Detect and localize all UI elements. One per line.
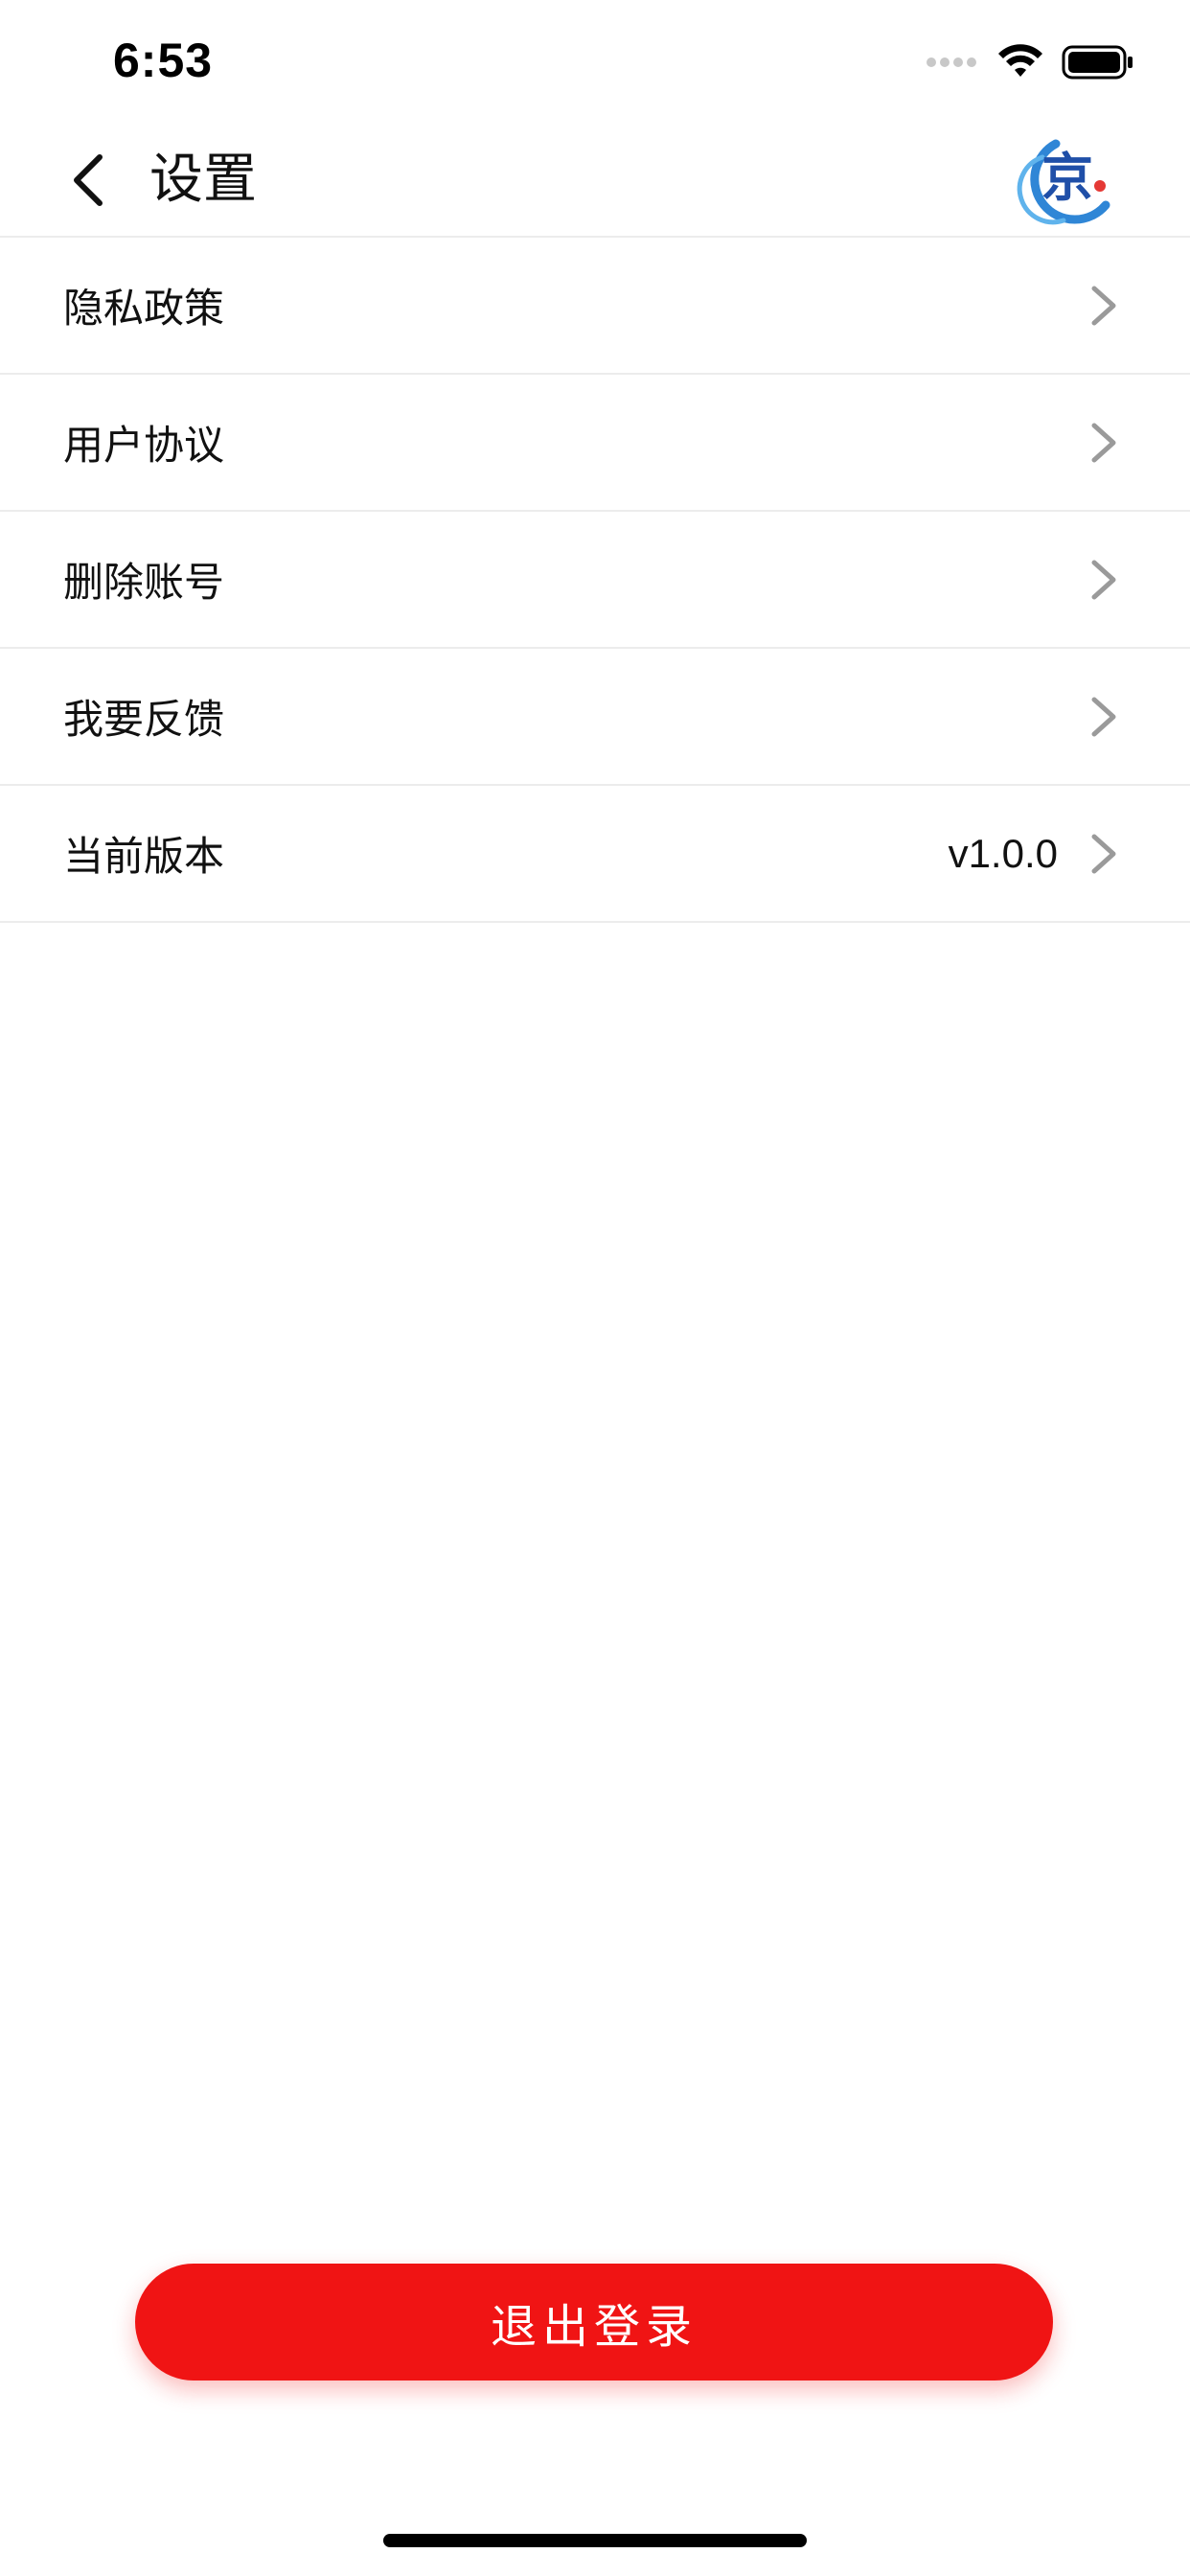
row-label: 当前版本	[63, 833, 225, 880]
logout-button[interactable]: 退出登录	[135, 2264, 1053, 2380]
battery-icon	[1062, 45, 1133, 80]
wifi-icon	[998, 44, 1042, 77]
settings-row-privacy-policy[interactable]: 隐私政策	[0, 238, 1190, 375]
chevron-right-icon	[1091, 286, 1116, 325]
chevron-right-icon	[1091, 697, 1116, 736]
row-label: 删除账号	[63, 559, 225, 606]
settings-row-current-version[interactable]: 当前版本 v1.0.0	[0, 786, 1190, 923]
row-label: 我要反馈	[63, 696, 225, 743]
chevron-right-icon	[1091, 560, 1116, 599]
chevron-right-icon	[1091, 423, 1116, 462]
app-logo: 京	[1017, 139, 1110, 225]
status-icons	[926, 44, 1134, 80]
settings-list: 隐私政策 用户协议 删除账号 我要反馈 当前版本 v1.0.0	[0, 238, 1190, 923]
page-title: 设置	[149, 149, 257, 211]
home-indicator	[383, 2534, 807, 2547]
settings-row-feedback[interactable]: 我要反馈	[0, 649, 1190, 786]
signal-dots-icon	[927, 58, 976, 67]
logout-label: 退出登录	[490, 2300, 698, 2354]
status-bar: 6:53	[0, 0, 1190, 126]
logo-character: 京	[1041, 147, 1093, 208]
chevron-right-icon	[1091, 834, 1116, 873]
row-label: 用户协议	[63, 422, 225, 469]
settings-row-delete-account[interactable]: 删除账号	[0, 512, 1190, 649]
status-time: 6:53	[113, 34, 214, 87]
settings-row-user-agreement[interactable]: 用户协议	[0, 375, 1190, 512]
version-value: v1.0.0	[948, 830, 1058, 876]
chevron-left-icon	[74, 154, 103, 206]
row-label: 隐私政策	[63, 285, 225, 332]
back-button[interactable]	[57, 150, 119, 211]
nav-bar: 设置 京	[0, 126, 1190, 238]
